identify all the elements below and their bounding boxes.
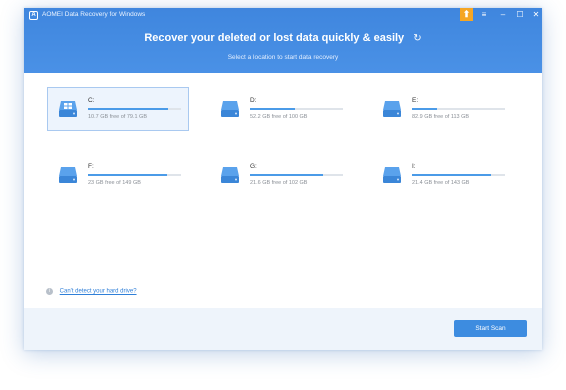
minimize-button[interactable]: –	[496, 9, 510, 21]
system-disk-icon	[59, 101, 77, 117]
page-subtitle: Select a location to start data recovery	[227, 54, 339, 61]
cant-detect-drive-link[interactable]: Can't detect your hard drive?	[60, 289, 137, 295]
drive-usage-bar	[250, 108, 343, 110]
drive-usage-fill	[250, 108, 295, 110]
drive-free-space: 82.9 GB free of 113 GB	[412, 114, 470, 120]
page-title: Recover your deleted or lost data quickl…	[24, 32, 542, 44]
drive-letter: E:	[412, 97, 419, 104]
drive-usage-fill	[88, 174, 168, 176]
drive-free-space: 10.7 GB free of 79.1 GB	[88, 114, 148, 120]
drive-usage-bar	[412, 174, 505, 176]
drive-card-i[interactable]: I: 21.4 GB free of 143 GB	[371, 153, 513, 197]
hamburger-icon: ≡	[481, 10, 487, 19]
drive-letter: I:	[412, 163, 416, 170]
drive-usage-bar	[88, 108, 181, 110]
drive-usage-fill	[412, 108, 438, 110]
drive-usage-fill	[412, 174, 492, 176]
close-icon: ✕	[532, 10, 540, 19]
minimize-icon: –	[500, 10, 506, 19]
upgrade-arrow-icon: ⬆	[462, 9, 471, 19]
drive-usage-bar	[250, 174, 343, 176]
drive-usage-fill	[250, 174, 324, 176]
info-icon: i	[46, 288, 53, 295]
app-window: A AOMEI Data Recovery for Windows ⬆ ≡ – …	[24, 8, 542, 350]
drive-card-f[interactable]: F: 23 GB free of 149 GB	[47, 153, 189, 197]
maximize-icon: ☐	[516, 10, 524, 19]
hard-disk-icon	[383, 101, 401, 117]
drive-letter: C:	[88, 97, 95, 104]
window-title: AOMEI Data Recovery for Windows	[42, 11, 146, 18]
drive-card-e[interactable]: E: 82.9 GB free of 113 GB	[371, 87, 513, 131]
hard-disk-icon	[221, 101, 239, 117]
drive-card-g[interactable]: G: 21.6 GB free of 102 GB	[209, 153, 351, 197]
hard-disk-icon	[383, 167, 401, 183]
drive-letter: D:	[250, 97, 257, 104]
hard-disk-icon	[59, 167, 77, 183]
drive-letter: G:	[250, 163, 257, 170]
drive-free-space: 21.4 GB free of 143 GB	[412, 180, 470, 186]
drive-letter: F:	[88, 163, 94, 170]
header-banner: A AOMEI Data Recovery for Windows ⬆ ≡ – …	[24, 8, 542, 73]
drive-free-space: 21.6 GB free of 102 GB	[250, 180, 308, 186]
app-logo-icon: A	[29, 11, 38, 20]
drive-card-d[interactable]: D: 52.2 GB free of 100 GB	[209, 87, 351, 131]
maximize-button[interactable]: ☐	[513, 9, 527, 21]
drive-free-space: 52.2 GB free of 100 GB	[250, 114, 308, 120]
start-scan-button[interactable]: Start Scan	[454, 320, 527, 337]
hard-disk-icon	[221, 167, 239, 183]
drive-usage-bar	[88, 174, 181, 176]
drive-usage-fill	[88, 108, 168, 110]
footer-bar: Start Scan	[24, 308, 542, 350]
refresh-icon[interactable]: ↻	[413, 33, 421, 44]
headline-text: Recover your deleted or lost data quickl…	[144, 32, 405, 44]
close-button[interactable]: ✕	[529, 9, 542, 21]
upgrade-button[interactable]: ⬆	[460, 8, 473, 21]
help-row: i Can't detect your hard drive?	[46, 288, 137, 295]
drive-usage-bar	[412, 108, 505, 110]
title-bar: A AOMEI Data Recovery for Windows ⬆ ≡ – …	[24, 8, 542, 24]
drive-free-space: 23 GB free of 149 GB	[88, 180, 141, 186]
drive-card-c[interactable]: C: 10.7 GB free of 79.1 GB	[47, 87, 189, 131]
menu-button[interactable]: ≡	[477, 9, 491, 21]
